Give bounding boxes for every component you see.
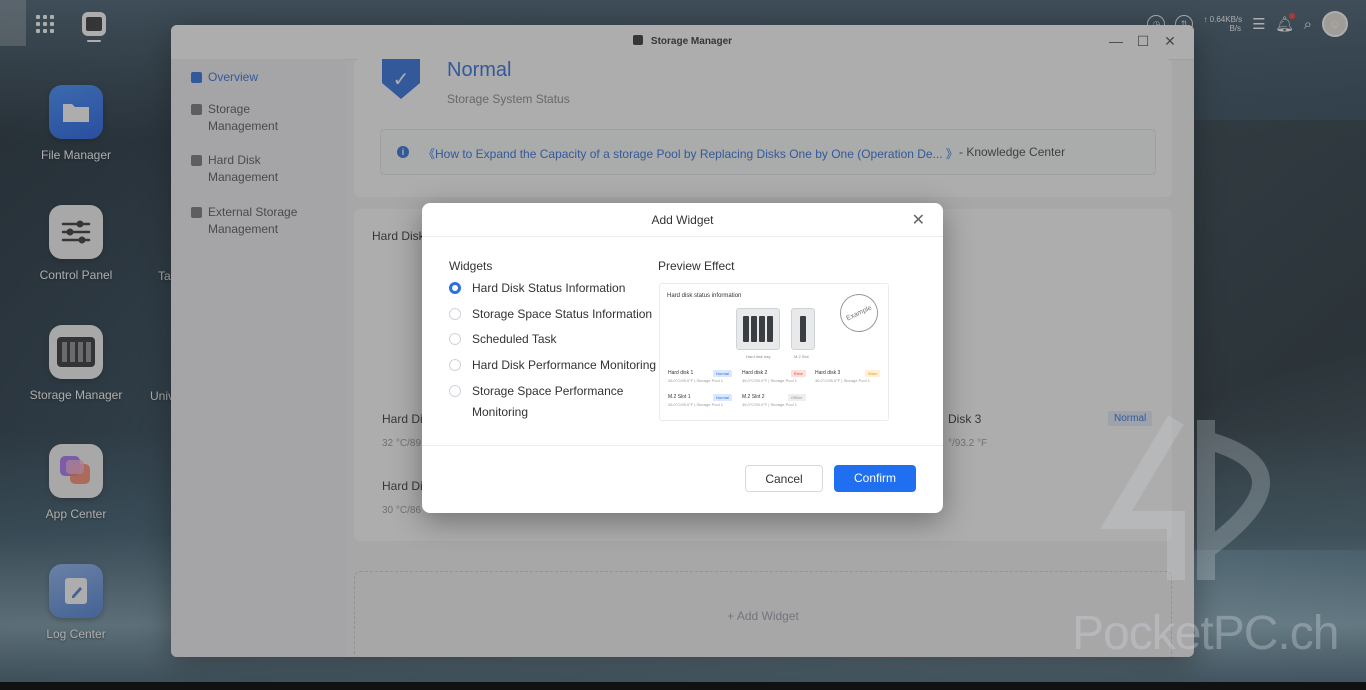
widget-option-label: Storage Space Status Information — [472, 307, 653, 321]
widget-option-scheduled-task[interactable]: Scheduled Task — [449, 329, 664, 350]
preview-title: Hard disk status information — [667, 293, 742, 299]
preview-disk-cell: Hard disk 3 36.0°C/95.0°F | Storage Pool… — [815, 370, 870, 383]
cancel-button[interactable]: Cancel — [745, 465, 823, 492]
widget-option-label: Hard Disk Performance Monitoring — [472, 358, 657, 372]
widget-option-label: Scheduled Task — [472, 332, 557, 346]
radio-selected[interactable] — [449, 282, 461, 294]
radio[interactable] — [449, 333, 461, 345]
screen-bottom-edge — [0, 682, 1366, 690]
dialog-footer-divider — [422, 445, 943, 446]
preview-tag: Normal — [713, 370, 732, 377]
radio[interactable] — [449, 359, 461, 371]
widget-option-storage-performance[interactable]: Storage Space Performance Monitoring — [449, 381, 639, 423]
preview-caption: Hard disk bay — [746, 354, 771, 359]
dialog-header: Add Widget ✕ — [422, 203, 943, 237]
confirm-button[interactable]: Confirm — [834, 465, 916, 492]
close-icon[interactable]: ✕ — [912, 210, 925, 230]
preview-tag: Warn — [865, 370, 881, 377]
example-stamp: Example — [833, 287, 885, 339]
preview-caption: M.2 Slot — [794, 354, 809, 359]
widget-option-storage-space-status[interactable]: Storage Space Status Information — [449, 304, 664, 325]
preview-tag: Normal — [713, 394, 732, 401]
preview-tag: Error — [791, 370, 806, 377]
widget-option-disk-performance[interactable]: Hard Disk Performance Monitoring — [449, 355, 664, 376]
widget-option-label: Hard Disk Status Information — [472, 281, 626, 295]
add-widget-dialog: Add Widget ✕ Widgets Preview Effect Hard… — [422, 203, 943, 513]
preview-heading: Preview Effect — [658, 259, 735, 273]
m2-slot-illustration — [791, 308, 815, 350]
watermark-text: PocketPC.ch — [1072, 607, 1339, 660]
preview-image: Hard disk status information Hard disk b… — [659, 283, 889, 421]
widgets-heading: Widgets — [449, 259, 493, 273]
radio[interactable] — [449, 385, 461, 397]
nas-bay-illustration — [736, 308, 780, 350]
preview-disk-cell: Hard disk 2 36.0°C/95.0°F | Storage Pool… — [742, 370, 797, 383]
radio[interactable] — [449, 308, 461, 320]
preview-tag: Offline — [788, 394, 806, 401]
watermark-logo — [1100, 415, 1270, 580]
widget-option-hard-disk-status[interactable]: Hard Disk Status Information — [449, 278, 664, 299]
widget-option-label: Storage Space Performance Monitoring — [472, 384, 624, 419]
dialog-title: Add Widget — [651, 213, 714, 227]
